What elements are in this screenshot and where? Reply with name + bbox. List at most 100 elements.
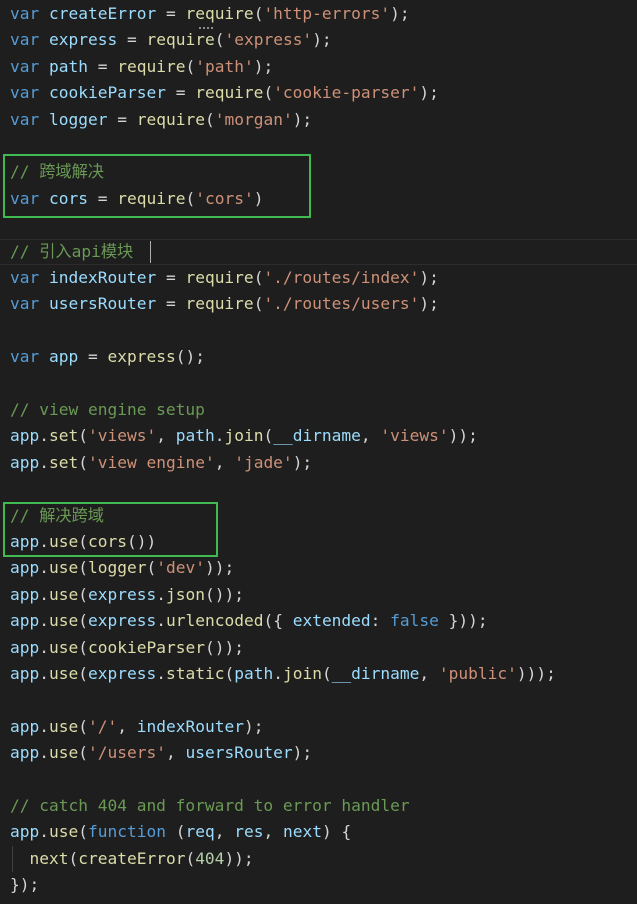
highlight-box-cors-use xyxy=(3,502,218,557)
indent-guide xyxy=(12,846,13,872)
code-token: . xyxy=(39,452,49,472)
code-token: )); xyxy=(224,848,254,868)
code-token: app xyxy=(10,743,40,763)
code-line[interactable]: app.set('views', path.join(__dirname, 'v… xyxy=(10,423,478,449)
code-token: require xyxy=(136,109,205,129)
code-line[interactable]: var logger = require('morgan'); xyxy=(10,107,312,133)
code-line[interactable]: // catch 404 and forward to error handle… xyxy=(10,793,410,819)
code-line[interactable]: var cookieParser = require('cookie-parse… xyxy=(10,80,439,106)
code-token: 'cookie-parser' xyxy=(273,83,420,103)
code-line[interactable]: var indexRouter = require('./routes/inde… xyxy=(10,265,439,291)
code-token: req xyxy=(185,822,215,842)
code-token: ( xyxy=(78,822,88,842)
code-token: . xyxy=(39,664,49,683)
code-token: use xyxy=(49,664,79,683)
code-token: app xyxy=(10,637,40,657)
code-line[interactable]: var usersRouter = require('./routes/user… xyxy=(10,291,439,317)
code-token: = xyxy=(165,83,196,103)
code-line[interactable]: app.set('view engine', 'jade'); xyxy=(10,450,312,476)
code-token: . xyxy=(39,822,49,842)
code-token: , xyxy=(165,743,186,763)
code-token: set xyxy=(49,452,79,472)
code-line[interactable]: // 引入api模块 xyxy=(10,239,133,265)
code-token: . xyxy=(39,716,49,736)
code-line[interactable]: app.use(cookieParser()); xyxy=(10,635,244,661)
code-line[interactable]: }); xyxy=(10,872,39,898)
code-token: ()); xyxy=(204,637,244,657)
code-token: require xyxy=(185,4,254,23)
code-token: ( xyxy=(78,426,88,446)
code-token: 404 xyxy=(195,848,225,868)
code-line[interactable]: app.use(logger('dev')); xyxy=(10,555,234,581)
code-token: app xyxy=(10,558,40,578)
code-token: 'express' xyxy=(224,30,313,50)
code-token: '/' xyxy=(88,716,118,736)
code-token: . xyxy=(39,637,49,657)
code-token: join xyxy=(282,664,322,683)
code-token: express xyxy=(49,30,118,50)
code-token: app xyxy=(10,611,40,631)
code-line[interactable]: app.use(express.urlencoded({ extended: f… xyxy=(10,608,488,634)
code-token: use xyxy=(49,584,79,604)
code-line[interactable]: var path = require('path'); xyxy=(10,54,273,80)
code-line[interactable]: next(createError(404)); xyxy=(10,846,254,872)
code-token: __dirname xyxy=(273,426,361,446)
code-line[interactable]: var app = express(); xyxy=(10,344,205,370)
code-line[interactable]: app.use('/', indexRouter); xyxy=(10,714,263,740)
code-token: var xyxy=(10,268,40,287)
code-token: . xyxy=(156,584,166,604)
code-token: require xyxy=(185,294,254,314)
code-token: ( xyxy=(78,716,88,736)
hint-squiggle xyxy=(199,24,213,29)
code-line[interactable]: app.use(express.static(path.join(__dirna… xyxy=(10,661,556,687)
code-token: = xyxy=(156,294,186,314)
code-line[interactable]: // view engine setup xyxy=(10,397,205,423)
code-token: )); xyxy=(204,558,235,578)
code-token: logger xyxy=(88,558,147,578)
code-token: = xyxy=(156,4,186,23)
code-token: express xyxy=(107,347,176,367)
code-line[interactable]: app.use(express.json()); xyxy=(10,582,244,608)
code-token: use xyxy=(49,743,79,763)
code-token: ( xyxy=(204,109,215,129)
code-token: urlencoded xyxy=(165,611,264,631)
code-token: indexRouter xyxy=(49,268,157,287)
code-token: ( xyxy=(78,584,88,604)
code-token: 'dev' xyxy=(156,558,205,578)
code-token: use xyxy=(49,822,79,842)
code-token: = xyxy=(117,30,147,50)
code-token: path xyxy=(175,426,215,446)
code-token: createError xyxy=(78,848,186,868)
code-token: ( xyxy=(78,611,88,631)
code-token: require xyxy=(117,56,186,76)
code-line[interactable]: app.use('/users', usersRouter); xyxy=(10,740,312,766)
code-token: ); xyxy=(292,452,313,472)
code-token: '/users' xyxy=(88,743,166,763)
code-token: ))); xyxy=(516,664,556,683)
code-token: , xyxy=(156,426,176,446)
code-token: express xyxy=(88,664,157,683)
code-line[interactable]: app.use(function (req, res, next) { xyxy=(10,819,351,845)
code-token: require xyxy=(195,83,264,103)
code-token: use xyxy=(49,611,79,631)
code-token: var xyxy=(10,30,40,50)
code-editor[interactable]: var createError = require('http-errors')… xyxy=(0,0,637,904)
highlight-box-cors-require xyxy=(3,154,311,218)
code-token: usersRouter xyxy=(49,294,157,314)
code-token: 'jade' xyxy=(234,452,293,472)
code-token: express xyxy=(88,611,157,631)
code-token: './routes/users' xyxy=(263,294,420,314)
code-token: 'morgan' xyxy=(214,109,293,129)
code-token: express xyxy=(88,584,157,604)
code-token: 'path' xyxy=(195,56,254,76)
code-line[interactable]: var express = require('express'); xyxy=(10,27,332,53)
code-token: app xyxy=(10,716,40,736)
code-token: ); xyxy=(419,294,439,314)
code-token: ( xyxy=(321,664,332,683)
code-token: require xyxy=(146,30,215,50)
